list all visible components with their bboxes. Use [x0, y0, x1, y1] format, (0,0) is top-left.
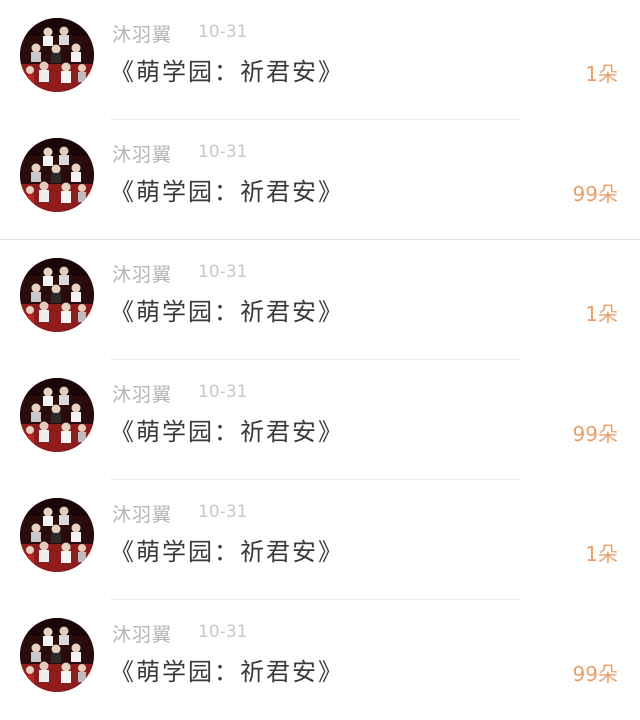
user-avatar[interactable] — [20, 498, 94, 572]
comment-message: 《萌学园：祈君安》 — [110, 658, 344, 686]
gift-count: 99朵 — [572, 182, 618, 206]
comment-message: 《萌学园：祈君安》 — [110, 418, 344, 446]
group-photo-image — [20, 18, 94, 92]
comment-row[interactable]: 沐羽翼 10-31 《萌学园：祈君安》 99朵 — [0, 360, 640, 480]
gift-count: 1朵 — [585, 302, 618, 326]
comment-row[interactable]: 沐羽翼 10-31 《萌学园：祈君安》 1朵 — [0, 480, 640, 600]
user-avatar[interactable] — [20, 138, 94, 212]
comment-row[interactable]: 沐羽翼 10-31 《萌学园：祈君安》 99朵 — [0, 120, 640, 240]
user-avatar[interactable] — [20, 618, 94, 692]
user-avatar[interactable] — [20, 378, 94, 452]
username[interactable]: 沐羽翼 — [112, 140, 172, 167]
comment-date: 10-31 — [198, 142, 248, 162]
username[interactable]: 沐羽翼 — [112, 260, 172, 287]
gift-count: 1朵 — [585, 542, 618, 566]
comment-date: 10-31 — [198, 262, 248, 282]
username[interactable]: 沐羽翼 — [112, 620, 172, 647]
comment-date: 10-31 — [198, 382, 248, 402]
username[interactable]: 沐羽翼 — [112, 20, 172, 47]
comment-message: 《萌学园：祈君安》 — [110, 178, 344, 206]
group-photo-image — [20, 138, 94, 212]
username[interactable]: 沐羽翼 — [112, 380, 172, 407]
comment-date: 10-31 — [198, 502, 248, 522]
gift-count: 99朵 — [572, 662, 618, 686]
group-photo-image — [20, 498, 94, 572]
gift-count: 99朵 — [572, 422, 618, 446]
comment-message: 《萌学园：祈君安》 — [110, 538, 344, 566]
comment-row[interactable]: 沐羽翼 10-31 《萌学园：祈君安》 1朵 — [0, 0, 640, 120]
comment-date: 10-31 — [198, 22, 248, 42]
group-photo-image — [20, 618, 94, 692]
user-avatar[interactable] — [20, 18, 94, 92]
group-photo-image — [20, 258, 94, 332]
user-avatar[interactable] — [20, 258, 94, 332]
username[interactable]: 沐羽翼 — [112, 500, 172, 527]
comment-message: 《萌学园：祈君安》 — [110, 298, 344, 326]
comment-row[interactable]: 沐羽翼 10-31 《萌学园：祈君安》 1朵 — [0, 240, 640, 360]
comment-date: 10-31 — [198, 622, 248, 642]
comment-list: 沐羽翼 10-31 《萌学园：祈君安》 1朵 沐羽翼 10-31 《萌学园：祈君… — [0, 0, 640, 695]
gift-count: 1朵 — [585, 62, 618, 86]
group-photo-image — [20, 378, 94, 452]
comment-message: 《萌学园：祈君安》 — [110, 58, 344, 86]
comment-row[interactable]: 沐羽翼 10-31 《萌学园：祈君安》 99朵 — [0, 600, 640, 720]
